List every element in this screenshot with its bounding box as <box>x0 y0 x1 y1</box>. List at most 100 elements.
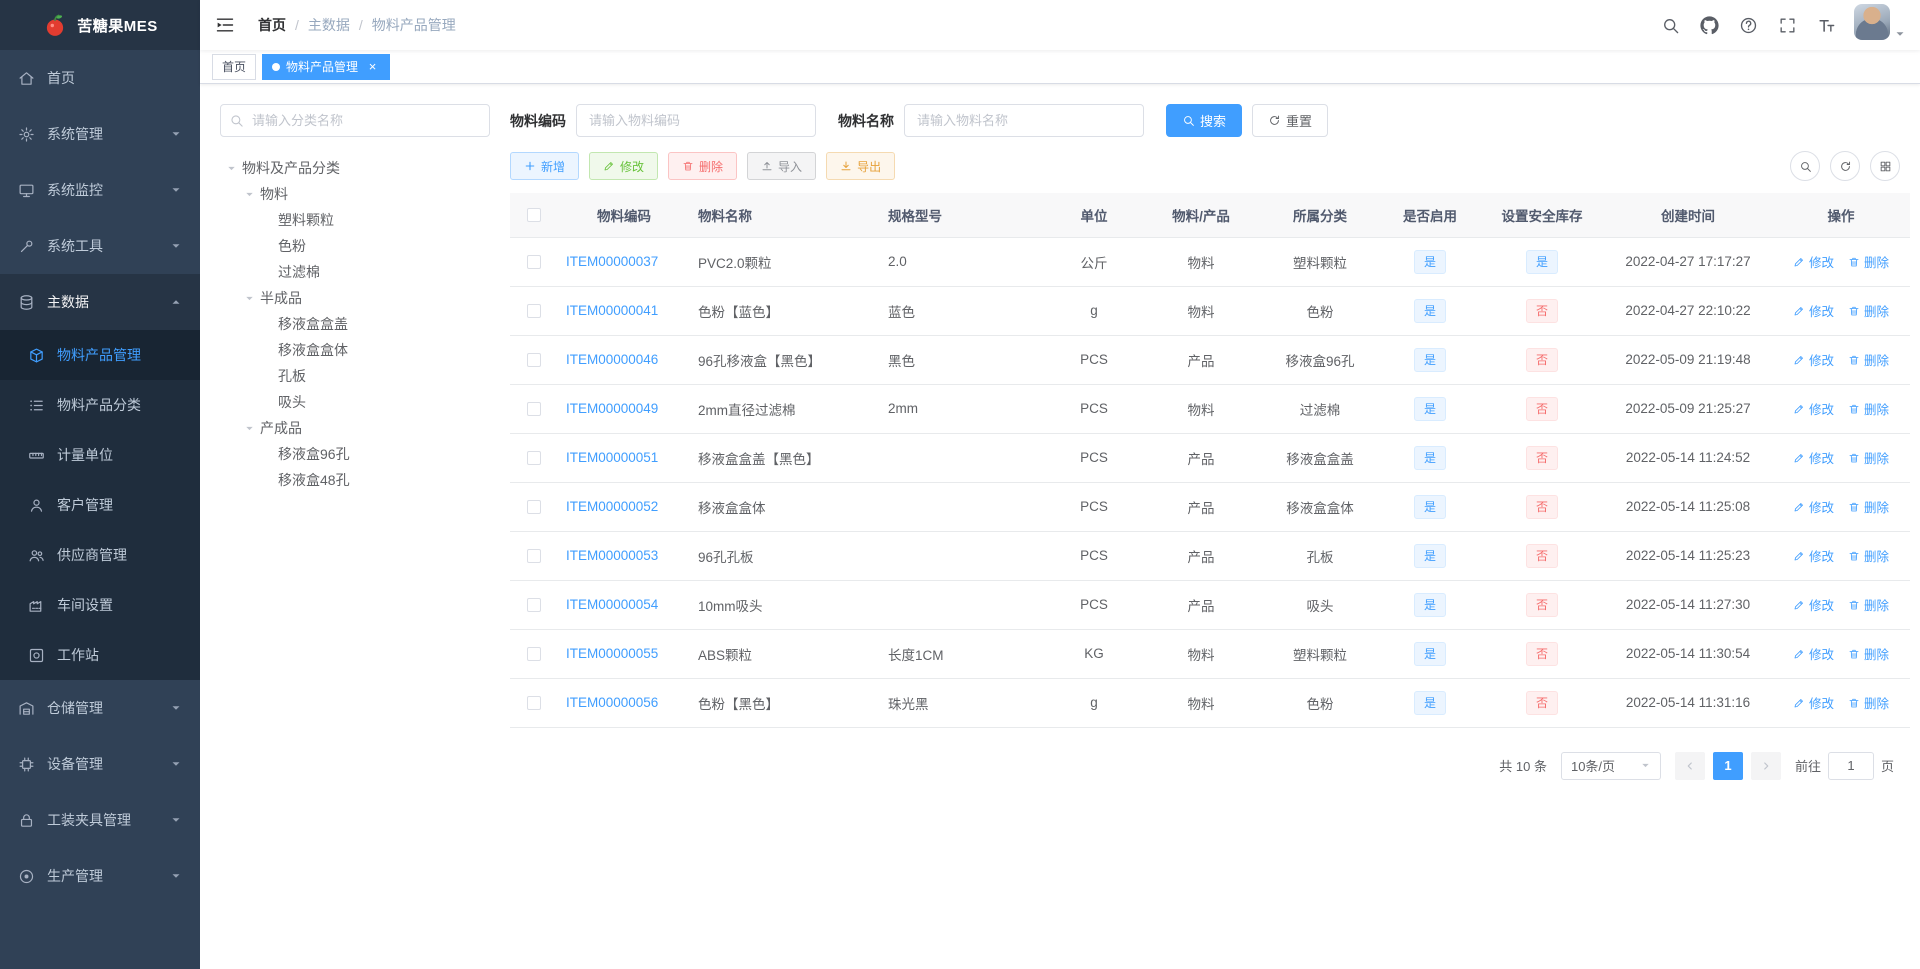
material-code-link[interactable]: ITEM00000037 <box>566 254 658 269</box>
sidebar-item-production[interactable]: 生产管理 <box>0 848 200 904</box>
tree-node[interactable]: 物料 <box>220 181 490 207</box>
row-edit-link[interactable]: 修改 <box>1793 399 1834 418</box>
caret-down-icon[interactable] <box>220 162 242 174</box>
tab-0[interactable]: 首页 <box>212 53 257 80</box>
sidebar-item-fixture[interactable]: 工装夹具管理 <box>0 792 200 848</box>
row-delete-link[interactable]: 删除 <box>1848 399 1889 418</box>
row-checkbox[interactable] <box>527 451 541 466</box>
row-edit-link[interactable]: 修改 <box>1793 693 1834 712</box>
row-checkbox[interactable] <box>527 647 541 662</box>
tree-node[interactable]: 移液盒盒体 <box>220 337 490 363</box>
next-page-button[interactable] <box>1750 751 1781 780</box>
row-delete-link[interactable]: 删除 <box>1848 546 1889 565</box>
search-button[interactable]: 搜索 <box>1166 104 1243 137</box>
tree-node[interactable]: 过滤棉 <box>220 259 490 285</box>
material-code-link[interactable]: ITEM00000051 <box>566 450 658 465</box>
prev-page-button[interactable] <box>1674 751 1705 780</box>
breadcrumb-item[interactable]: 主数据 <box>308 15 350 35</box>
row-checkbox[interactable] <box>527 353 541 368</box>
edit-button[interactable]: 修改 <box>589 152 659 180</box>
material-code-link[interactable]: ITEM00000041 <box>566 303 658 318</box>
row-edit-link[interactable]: 修改 <box>1793 350 1834 369</box>
tree-node[interactable]: 半成品 <box>220 285 490 311</box>
import-button[interactable]: 导入 <box>747 152 817 180</box>
sidebar-item-customer[interactable]: 客户管理 <box>0 480 200 530</box>
material-code-link[interactable]: ITEM00000053 <box>566 548 658 563</box>
category-search-input[interactable] <box>220 104 490 137</box>
sidebar-item-workstation[interactable]: 工作站 <box>0 630 200 680</box>
row-edit-link[interactable]: 修改 <box>1793 301 1834 320</box>
row-delete-link[interactable]: 删除 <box>1848 595 1889 614</box>
tree-node[interactable]: 移液盒96孔 <box>220 441 490 467</box>
tab-close-icon[interactable]: × <box>365 59 380 74</box>
material-code-link[interactable]: ITEM00000055 <box>566 646 658 661</box>
sidebar-item-gear[interactable]: 系统管理 <box>0 106 200 162</box>
tree-node[interactable]: 孔板 <box>220 363 490 389</box>
row-checkbox[interactable] <box>527 500 541 515</box>
row-edit-link[interactable]: 修改 <box>1793 644 1834 663</box>
tree-node[interactable]: 物料及产品分类 <box>220 155 490 181</box>
page-number-button[interactable]: 1 <box>1712 751 1743 780</box>
add-button[interactable]: 新增 <box>510 152 580 180</box>
row-checkbox[interactable] <box>527 696 541 711</box>
material-code-link[interactable]: ITEM00000046 <box>566 352 658 367</box>
help-button[interactable] <box>1729 0 1768 50</box>
sidebar-toggle-button[interactable] <box>200 0 250 50</box>
material-code-link[interactable]: ITEM00000049 <box>566 401 658 416</box>
row-delete-link[interactable]: 删除 <box>1848 497 1889 516</box>
row-delete-link[interactable]: 删除 <box>1848 644 1889 663</box>
goto-page-input[interactable] <box>1827 751 1874 780</box>
material-code-input[interactable] <box>576 104 816 137</box>
row-delete-link[interactable]: 删除 <box>1848 301 1889 320</box>
row-edit-link[interactable]: 修改 <box>1793 595 1834 614</box>
material-code-link[interactable]: ITEM00000052 <box>566 499 658 514</box>
caret-down-icon[interactable] <box>238 188 260 200</box>
row-delete-link[interactable]: 删除 <box>1848 448 1889 467</box>
sidebar-item-workshop[interactable]: 车间设置 <box>0 580 200 630</box>
export-button[interactable]: 导出 <box>826 152 896 180</box>
tree-node[interactable]: 产成品 <box>220 415 490 441</box>
sidebar-item-unit[interactable]: 计量单位 <box>0 430 200 480</box>
row-edit-link[interactable]: 修改 <box>1793 497 1834 516</box>
sidebar-item-warehouse[interactable]: 仓储管理 <box>0 680 200 736</box>
tree-node[interactable]: 移液盒盒盖 <box>220 311 490 337</box>
tree-node[interactable]: 塑料颗粒 <box>220 207 490 233</box>
material-code-link[interactable]: ITEM00000056 <box>566 695 658 710</box>
sidebar-item-category[interactable]: 物料产品分类 <box>0 380 200 430</box>
columns-toggle-button[interactable] <box>1870 151 1900 181</box>
fullscreen-button[interactable] <box>1768 0 1807 50</box>
reset-button[interactable]: 重置 <box>1252 104 1329 137</box>
row-checkbox[interactable] <box>527 304 541 319</box>
select-all-checkbox[interactable] <box>527 208 541 223</box>
caret-down-icon[interactable] <box>238 292 260 304</box>
sidebar-item-tools[interactable]: 系统工具 <box>0 218 200 274</box>
toggle-search-button[interactable] <box>1790 151 1820 181</box>
sidebar-item-database[interactable]: 主数据 <box>0 274 200 330</box>
sidebar-item-material[interactable]: 物料产品管理 <box>0 330 200 380</box>
row-checkbox[interactable] <box>527 255 541 270</box>
row-delete-link[interactable]: 删除 <box>1848 350 1889 369</box>
caret-down-icon[interactable] <box>238 422 260 434</box>
material-code-link[interactable]: ITEM00000054 <box>566 597 658 612</box>
tree-node[interactable]: 吸头 <box>220 389 490 415</box>
row-delete-link[interactable]: 删除 <box>1848 252 1889 271</box>
refresh-table-button[interactable] <box>1830 151 1860 181</box>
row-edit-link[interactable]: 修改 <box>1793 252 1834 271</box>
tab-1[interactable]: 物料产品管理 × <box>262 53 391 80</box>
github-link[interactable] <box>1690 0 1729 50</box>
delete-button[interactable]: 删除 <box>668 152 738 180</box>
user-menu[interactable] <box>1854 4 1906 46</box>
tree-node[interactable]: 色粉 <box>220 233 490 259</box>
header-search-button[interactable] <box>1651 0 1690 50</box>
row-checkbox[interactable] <box>527 402 541 417</box>
font-size-button[interactable] <box>1807 0 1846 50</box>
app-logo[interactable]: 苦糖果MES <box>0 0 200 50</box>
row-checkbox[interactable] <box>527 598 541 613</box>
tree-node[interactable]: 移液盒48孔 <box>220 467 490 493</box>
page-size-select[interactable]: 10条/页 <box>1560 751 1661 780</box>
material-name-input[interactable] <box>904 104 1144 137</box>
sidebar-item-device[interactable]: 设备管理 <box>0 736 200 792</box>
row-checkbox[interactable] <box>527 549 541 564</box>
row-edit-link[interactable]: 修改 <box>1793 546 1834 565</box>
sidebar-item-supplier[interactable]: 供应商管理 <box>0 530 200 580</box>
